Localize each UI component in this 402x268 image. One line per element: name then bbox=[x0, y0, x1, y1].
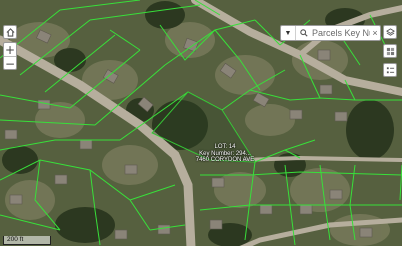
parcel-address: 7460 CORYDON AVE bbox=[195, 157, 255, 163]
search-icon bbox=[300, 29, 308, 37]
legend-button[interactable] bbox=[383, 63, 397, 77]
map-view[interactable]: + − ▼ Parcels Key Nu... × bbox=[0, 0, 402, 268]
parcel-search-bar: ▼ Parcels Key Nu... × bbox=[280, 25, 381, 41]
search-button[interactable] bbox=[299, 29, 309, 37]
basemap-gallery-icon bbox=[386, 47, 394, 55]
clear-search-button[interactable]: × bbox=[370, 28, 380, 38]
scale-bar: 200 ft bbox=[3, 236, 51, 245]
search-source-dropdown[interactable]: ▼ bbox=[281, 26, 296, 40]
legend-icon bbox=[386, 66, 394, 73]
caret-down-icon: ▼ bbox=[284, 29, 292, 37]
basemap-gallery-button[interactable] bbox=[383, 44, 397, 58]
zoom-out-button[interactable]: − bbox=[4, 56, 16, 70]
parcel-label: LOT: 14 Key Number: 294... 7460 CORYDON … bbox=[195, 144, 255, 164]
home-button[interactable] bbox=[3, 25, 17, 39]
attribution-bar bbox=[0, 246, 402, 268]
home-icon bbox=[6, 27, 14, 37]
zoom-in-button[interactable]: + bbox=[4, 43, 16, 56]
zoom-control: + − bbox=[3, 42, 17, 70]
layers-button[interactable] bbox=[383, 25, 397, 39]
layers-icon bbox=[385, 27, 395, 36]
search-input[interactable]: Parcels Key Nu... bbox=[309, 28, 370, 38]
